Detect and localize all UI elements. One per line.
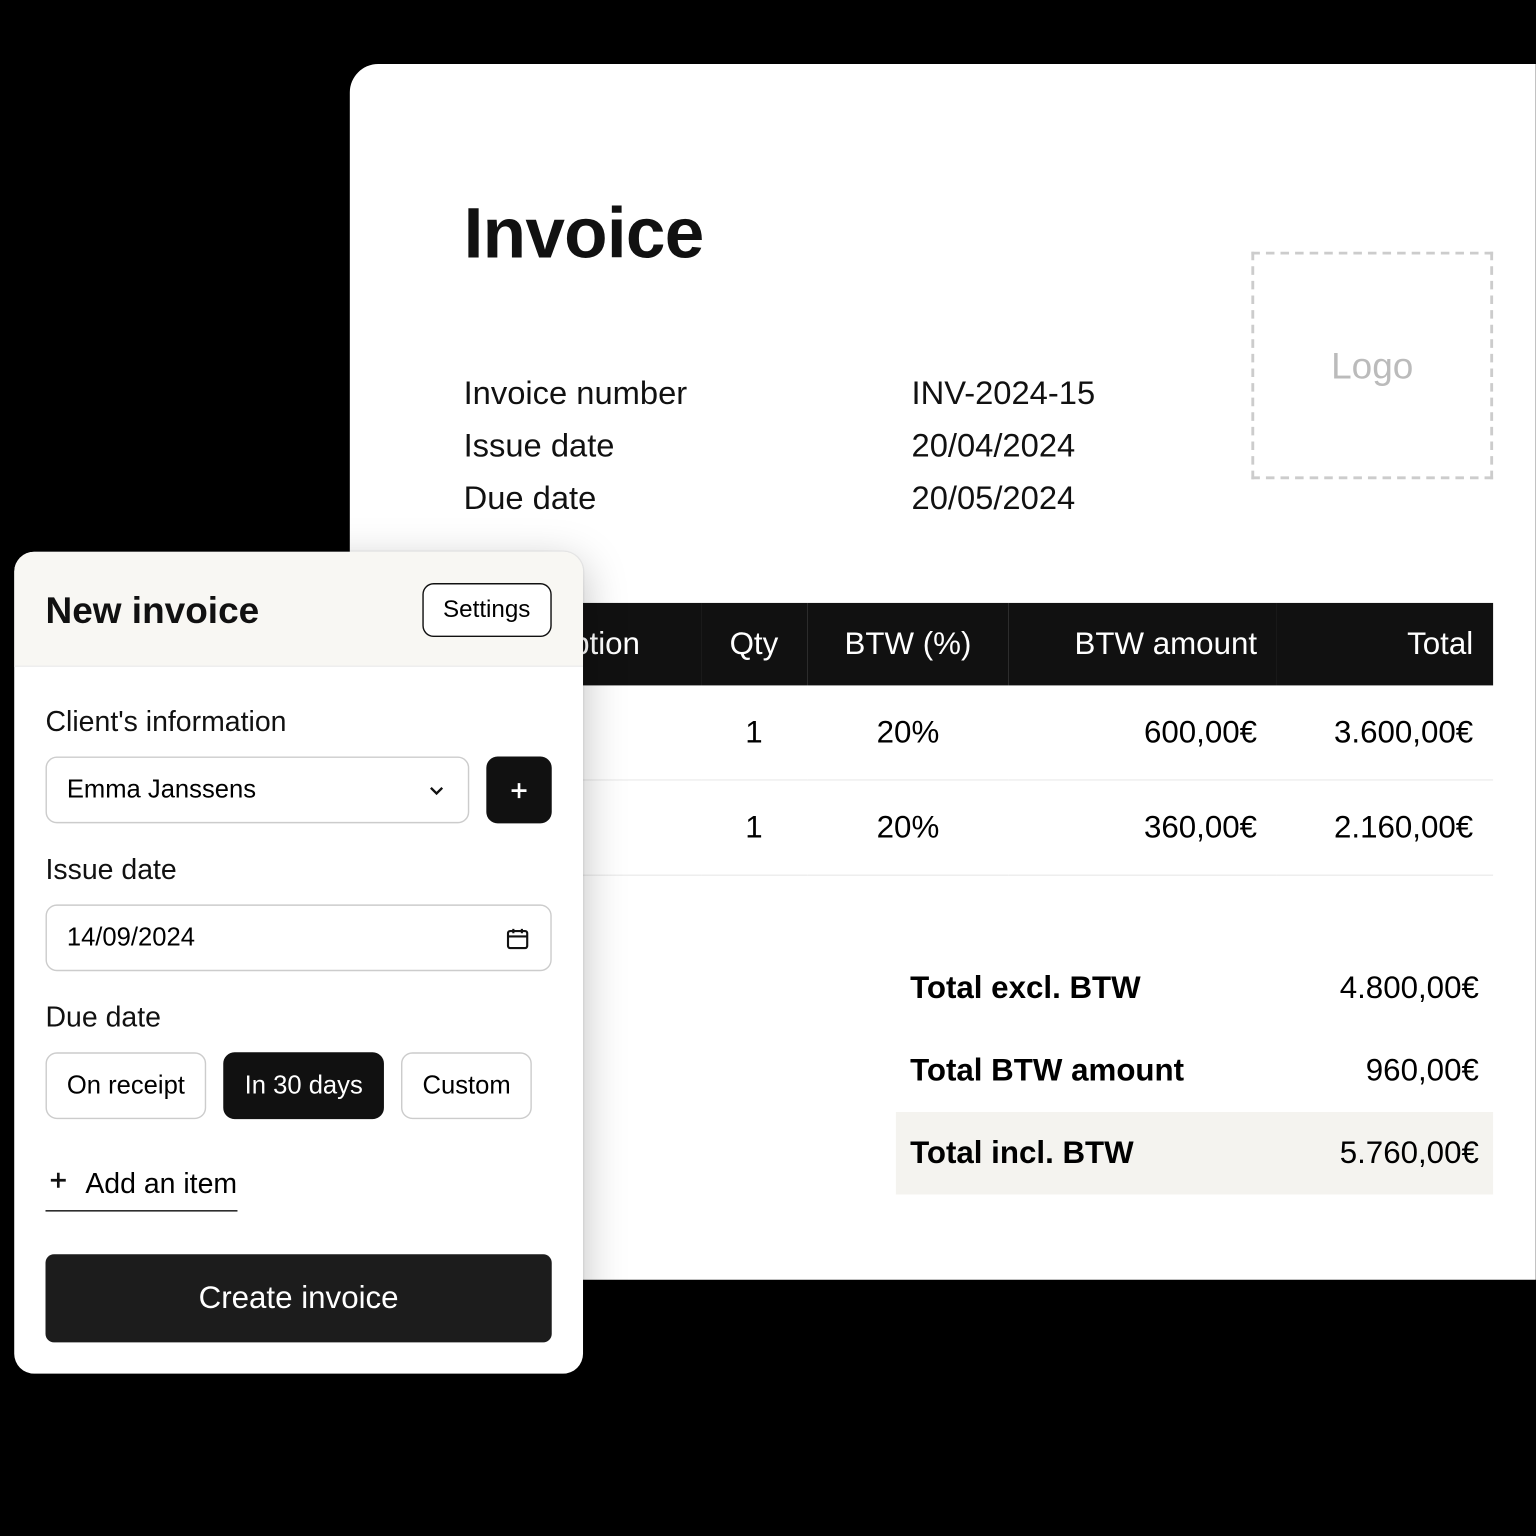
totals: Total excl. BTW 4.800,00€ Total BTW amou… xyxy=(896,947,1493,1194)
issue-date-input[interactable]: 14/09/2024 xyxy=(46,904,552,971)
total-excl-label: Total excl. BTW xyxy=(910,970,1141,1007)
table-row: 1 20% 360,00€ 2.160,00€ xyxy=(464,780,1494,875)
total-incl-label: Total incl. BTW xyxy=(910,1135,1134,1172)
create-invoice-button[interactable]: Create invoice xyxy=(46,1254,552,1342)
calendar-icon xyxy=(505,925,531,951)
due-date-value: 20/05/2024 xyxy=(912,479,1076,517)
row-btw-pct: 20% xyxy=(807,780,1008,875)
row-qty: 1 xyxy=(701,780,808,875)
chevron-down-icon xyxy=(425,779,448,802)
client-info-label: Client's information xyxy=(46,707,552,740)
settings-button[interactable]: Settings xyxy=(422,583,552,637)
panel-title: New invoice xyxy=(46,588,260,632)
client-select-value: Emma Janssens xyxy=(67,775,256,805)
table-row: 1 20% 600,00€ 3.600,00€ xyxy=(464,685,1494,780)
col-qty: Qty xyxy=(701,603,808,685)
col-btw-pct: BTW (%) xyxy=(807,603,1008,685)
due-option-on-receipt[interactable]: On receipt xyxy=(46,1052,207,1119)
row-btw-amount: 360,00€ xyxy=(1009,780,1277,875)
invoice-number-label: Invoice number xyxy=(464,374,912,412)
due-date-label: Due date xyxy=(464,479,912,517)
due-option-30-days[interactable]: In 30 days xyxy=(223,1052,384,1119)
logo-placeholder-text: Logo xyxy=(1331,343,1413,387)
total-btw-label: Total BTW amount xyxy=(910,1052,1184,1089)
items-table: Description Qty BTW (%) BTW amount Total… xyxy=(464,603,1494,876)
issue-date-label: Issue date xyxy=(464,427,912,465)
issue-date-value: 14/09/2024 xyxy=(67,923,195,953)
row-btw-amount: 600,00€ xyxy=(1009,685,1277,780)
plus-icon xyxy=(506,777,532,803)
row-btw-pct: 20% xyxy=(807,685,1008,780)
add-client-button[interactable] xyxy=(486,757,551,824)
due-date-label: Due date xyxy=(46,1003,552,1036)
total-btw-value: 960,00€ xyxy=(1366,1052,1479,1089)
issue-date-value: 20/04/2024 xyxy=(912,427,1076,465)
invoice-number-value: INV-2024-15 xyxy=(912,374,1096,412)
due-option-custom[interactable]: Custom xyxy=(401,1052,532,1119)
logo-placeholder[interactable]: Logo xyxy=(1251,252,1493,480)
client-select[interactable]: Emma Janssens xyxy=(46,757,470,824)
total-excl-value: 4.800,00€ xyxy=(1340,970,1479,1007)
col-btw-amount: BTW amount xyxy=(1009,603,1277,685)
add-item-button[interactable]: Add an item xyxy=(46,1167,238,1211)
row-qty: 1 xyxy=(701,685,808,780)
new-invoice-panel: New invoice Settings Client's informatio… xyxy=(14,552,583,1374)
plus-icon xyxy=(46,1167,72,1201)
col-total: Total xyxy=(1277,603,1493,685)
issue-date-label: Issue date xyxy=(46,855,552,888)
add-item-label: Add an item xyxy=(85,1168,237,1201)
row-total: 3.600,00€ xyxy=(1277,685,1493,780)
total-incl-value: 5.760,00€ xyxy=(1340,1135,1479,1172)
row-total: 2.160,00€ xyxy=(1277,780,1493,875)
